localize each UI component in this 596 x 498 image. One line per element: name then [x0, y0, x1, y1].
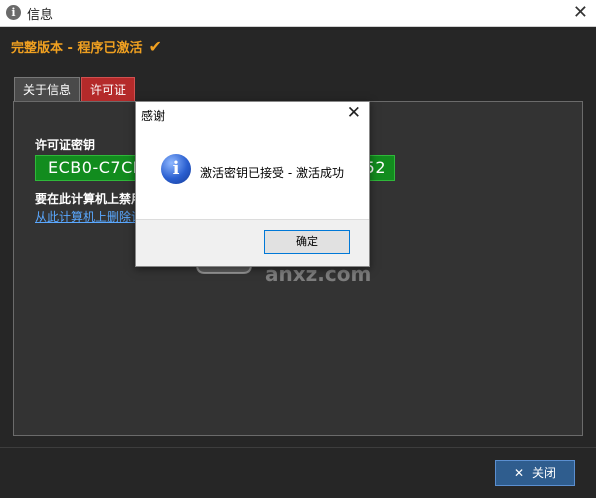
- license-key-label: 许可证密钥: [35, 138, 96, 152]
- dialog-title: 感谢: [141, 109, 166, 123]
- information-icon: i: [161, 154, 191, 184]
- activation-status-text: 完整版本 - 程序已激活: [11, 41, 143, 56]
- dialog-footer: 确定: [136, 219, 369, 266]
- tab-about[interactable]: 关于信息: [14, 77, 81, 101]
- check-icon: ✔: [148, 37, 162, 56]
- activation-status: 完整版本 - 程序已激活 ✔: [11, 37, 162, 56]
- window-titlebar: i 信息 ✕: [0, 0, 596, 27]
- dialog-close-button[interactable]: ✕: [347, 103, 361, 123]
- tab-about-label: 关于信息: [23, 83, 72, 97]
- close-button[interactable]: ✕ 关闭: [495, 460, 575, 486]
- remove-license-link[interactable]: 从此计算机上删除许: [35, 208, 143, 225]
- info-icon: i: [6, 5, 21, 20]
- close-button-label: 关闭: [532, 466, 557, 480]
- tab-license[interactable]: 许可证: [81, 77, 136, 101]
- tab-license-label: 许可证: [90, 83, 127, 97]
- window-close-button[interactable]: ✕: [573, 2, 588, 23]
- close-icon: ✕: [513, 466, 525, 480]
- ok-button[interactable]: 确定: [264, 230, 350, 254]
- thanks-dialog: 感谢 ✕ i 激活密钥已接受 - 激活成功 确定: [135, 101, 370, 267]
- window-title: 信息: [27, 8, 54, 23]
- disable-instructions: 要在此计算机上禁用: [35, 192, 144, 206]
- dialog-message: 激活密钥已接受 - 激活成功: [200, 166, 344, 180]
- footer-divider: [0, 447, 596, 448]
